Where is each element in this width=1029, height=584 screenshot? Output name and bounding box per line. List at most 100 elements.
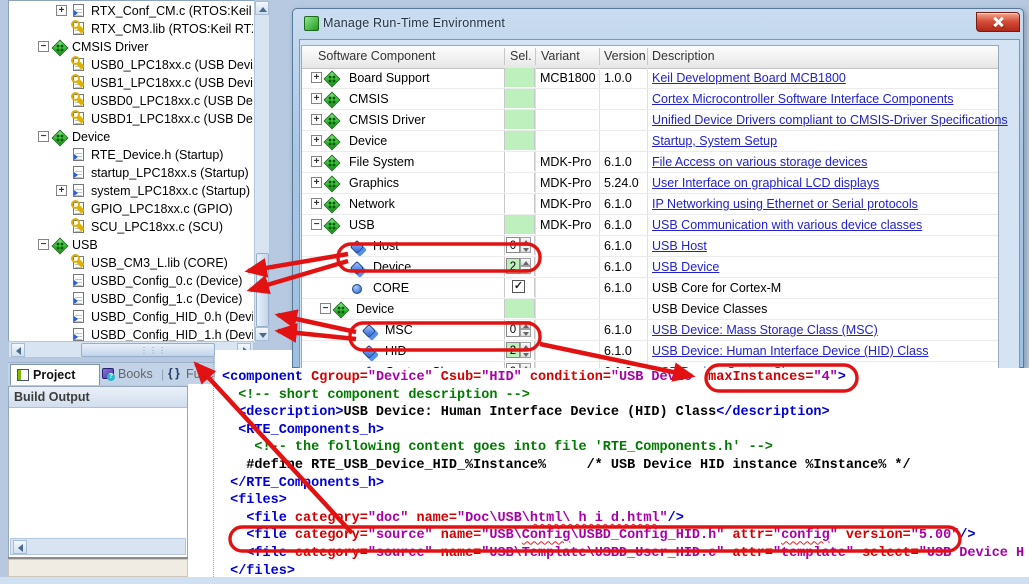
expander-minus-icon[interactable]: − (311, 219, 322, 230)
column-sel[interactable]: Sel. (510, 49, 532, 63)
close-button[interactable] (976, 12, 1020, 32)
expander-minus-icon[interactable]: − (38, 41, 49, 52)
spin-down-icon[interactable] (520, 266, 531, 274)
description-link[interactable]: User Interface on graphical LCD displays (652, 176, 879, 190)
description-link[interactable]: Unified Device Drivers compliant to CMSI… (652, 113, 1008, 127)
sel-cell[interactable]: 2 (504, 341, 535, 360)
instance-count[interactable]: 2 (506, 342, 520, 358)
description-link[interactable]: USB Communication with various device cl… (652, 218, 922, 232)
spin-up-icon[interactable] (520, 321, 531, 329)
tree-item-rtx-conf-cm-c-rtos-keil-rt[interactable]: +RTX_Conf_CM.c (RTOS:Keil RT (11, 2, 253, 20)
tree-item-usb-cm3-l-lib-core[interactable]: USB_CM3_L.lib (CORE) (11, 254, 253, 272)
sel-cell[interactable] (504, 215, 535, 234)
column-software-component[interactable]: Software Component (318, 49, 435, 63)
expander-plus-icon[interactable]: + (311, 135, 322, 146)
tree-item-usb1-lpc18xx-c-usb-device-u[interactable]: USB1_LPC18xx.c (USB Device:U (11, 74, 253, 92)
component-row-core[interactable]: CORE✓6.1.0USB Core for Cortex-M (302, 278, 998, 299)
component-row-device[interactable]: +DeviceStartup, System Setup (302, 131, 998, 152)
component-row-network[interactable]: +NetworkMDK-Pro6.1.0IP Networking using … (302, 194, 998, 215)
scroll-left-button[interactable] (11, 343, 25, 357)
column-description[interactable]: Description (652, 49, 715, 63)
scroll-down-button[interactable] (255, 327, 269, 341)
spin-up-icon[interactable] (520, 258, 531, 266)
sel-cell[interactable] (504, 299, 535, 318)
instance-count[interactable]: 0 (506, 321, 520, 337)
tree-item-usbd-config-hid-1-h-device[interactable]: USBD_Config_HID_1.h (Device: (11, 326, 253, 341)
instance-stepper[interactable] (520, 237, 531, 253)
tree-item-rte-device-h-startup[interactable]: RTE_Device.h (Startup) (11, 146, 253, 164)
instance-count[interactable]: 0 (506, 237, 520, 253)
expander-plus-icon[interactable]: + (56, 185, 67, 196)
component-row-hid[interactable]: HID26.1.0USB Device: Human Interface Dev… (302, 341, 998, 362)
tab-project[interactable]: Project (10, 364, 100, 385)
tree-item-scu-lpc18xx-c-scu[interactable]: SCU_LPC18xx.c (SCU) (11, 218, 253, 236)
description-link[interactable]: Keil Development Board MCB1800 (652, 71, 846, 85)
sel-cell[interactable]: 0 (504, 320, 535, 339)
build-output-header[interactable]: Build Output (9, 387, 187, 408)
tree-item-rtx-cm3-lib-rtos-keil-rtx[interactable]: RTX_CM3.lib (RTOS:Keil RTX) (11, 20, 253, 38)
sel-cell[interactable] (504, 131, 535, 150)
spin-up-icon[interactable] (520, 237, 531, 245)
component-row-board-support[interactable]: +Board SupportMCB18001.0.0Keil Developme… (302, 68, 998, 89)
tree-item-usbd-config-hid-0-h-device[interactable]: USBD_Config_HID_0.h (Device: (11, 308, 253, 326)
tree-item-startup-lpc18xx-s-startup[interactable]: startup_LPC18xx.s (Startup) (11, 164, 253, 182)
column-version[interactable]: Version (604, 49, 646, 63)
tree-item-usbd-config-1-c-device[interactable]: USBD_Config_1.c (Device) (11, 290, 253, 308)
component-row-cmsis-driver[interactable]: +CMSIS DriverUnified Device Drivers comp… (302, 110, 998, 131)
component-row-cmsis[interactable]: +CMSISCortex Microcontroller Software In… (302, 89, 998, 110)
expander-minus-icon[interactable]: − (38, 239, 49, 250)
instance-stepper[interactable] (520, 342, 531, 358)
sel-cell[interactable]: 2 (504, 257, 535, 276)
expander-plus-icon[interactable]: + (56, 5, 67, 16)
tree-item-usbd-config-0-c-device[interactable]: USBD_Config_0.c (Device) (11, 272, 253, 290)
description-link[interactable]: USB Device: Mass Storage Class (MSC) (652, 323, 878, 337)
tree-item-cmsis-driver[interactable]: −CMSIS Driver (11, 38, 253, 56)
sel-cell[interactable] (504, 110, 535, 129)
instance-stepper[interactable] (520, 258, 531, 274)
scroll-left-button[interactable] (13, 540, 27, 554)
description-link[interactable]: IP Networking using Ethernet or Serial p… (652, 197, 918, 211)
scroll-up-button[interactable] (255, 1, 269, 15)
component-row-file-system[interactable]: +File SystemMDK-Pro6.1.0File Access on v… (302, 152, 998, 173)
spin-up-icon[interactable] (520, 342, 531, 350)
description-link[interactable]: Cortex Microcontroller Software Interfac… (652, 92, 954, 106)
expander-plus-icon[interactable]: + (311, 114, 322, 125)
expander-plus-icon[interactable]: + (311, 198, 322, 209)
sel-cell[interactable]: 0 (504, 236, 535, 255)
component-row-device[interactable]: Device26.1.0USB Device (302, 257, 998, 278)
component-row-usb[interactable]: −USBMDK-Pro6.1.0USB Communication with v… (302, 215, 998, 236)
scrollbar-thumb[interactable]: ≡ (256, 253, 269, 327)
spin-down-icon[interactable] (520, 245, 531, 253)
spin-down-icon[interactable] (520, 350, 531, 358)
spin-down-icon[interactable] (520, 329, 531, 337)
build-output-scrollbar[interactable] (10, 538, 186, 555)
tree-item-device[interactable]: −Device (11, 128, 253, 146)
description-link[interactable]: USB Host (652, 239, 707, 253)
expander-plus-icon[interactable]: + (311, 93, 322, 104)
description-link[interactable]: USB Device (652, 260, 719, 274)
component-row-graphics[interactable]: +GraphicsMDK-Pro5.24.0User Interface on … (302, 173, 998, 194)
component-row-device[interactable]: −DeviceUSB Device Classes (302, 299, 998, 320)
expander-plus-icon[interactable]: + (311, 72, 322, 83)
select-checkbox[interactable]: ✓ (512, 280, 525, 293)
tree-vertical-scrollbar[interactable]: ≡ (254, 0, 270, 341)
component-row-msc[interactable]: MSC06.1.0USB Device: Mass Storage Class … (302, 320, 998, 341)
expander-minus-icon[interactable]: − (38, 131, 49, 142)
tree-item-system-lpc18xx-c-startup[interactable]: +system_LPC18xx.c (Startup) (11, 182, 253, 200)
instance-count[interactable]: 2 (506, 258, 520, 274)
expander-plus-icon[interactable]: + (311, 177, 322, 188)
component-row-host[interactable]: Host06.1.0USB Host (302, 236, 998, 257)
tree-item-usb[interactable]: −USB (11, 236, 253, 254)
instance-stepper[interactable] (520, 321, 531, 337)
expander-plus-icon[interactable]: + (311, 156, 322, 167)
tree-item-usbd1-lpc18xx-c-usb-device[interactable]: USBD1_LPC18xx.c (USB Device: (11, 110, 253, 128)
sel-cell[interactable] (504, 68, 535, 87)
expander-minus-icon[interactable]: − (320, 303, 331, 314)
description-link[interactable]: USB Device: Human Interface Device (HID)… (652, 344, 928, 358)
column-variant[interactable]: Variant (541, 49, 580, 63)
tree-item-usb0-lpc18xx-c-usb-device-u[interactable]: USB0_LPC18xx.c (USB Device:U (11, 56, 253, 74)
scrollbar-thumb[interactable]: ⋮⋮⋮ (81, 343, 215, 357)
description-link[interactable]: File Access on various storage devices (652, 155, 867, 169)
tab-books[interactable]: Books (100, 364, 162, 384)
sel-cell[interactable]: ✓ (504, 278, 535, 297)
